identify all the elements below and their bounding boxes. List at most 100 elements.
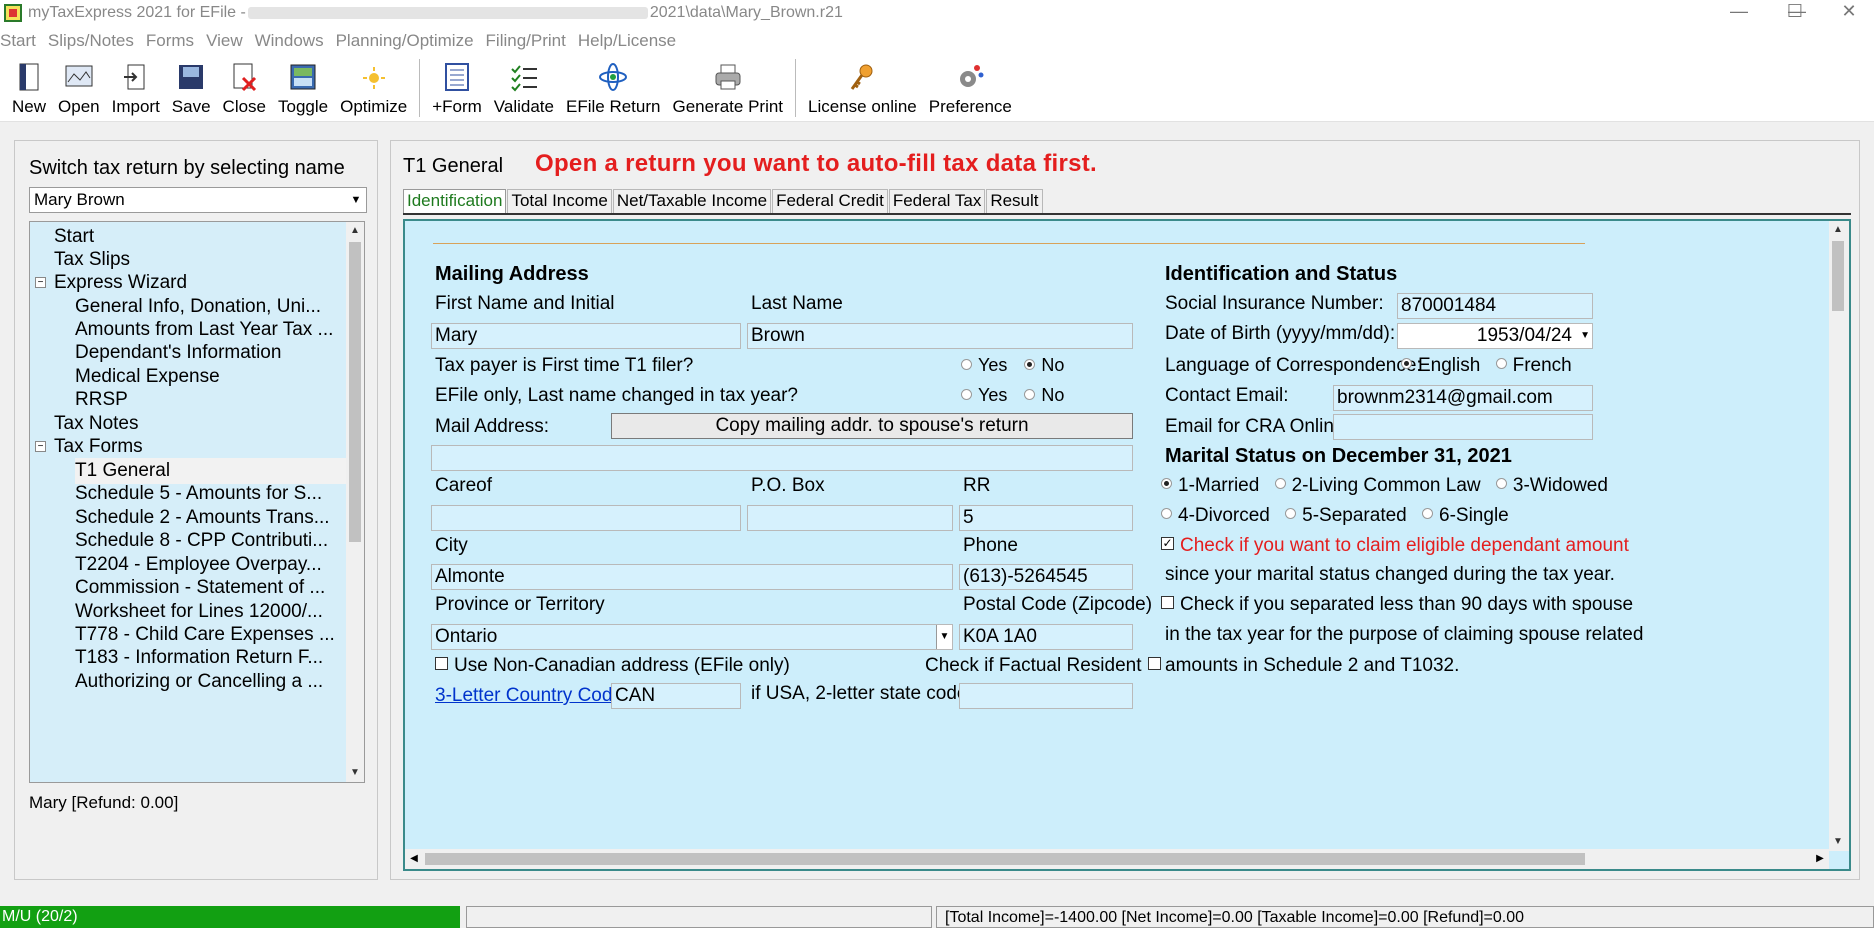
close-window-button[interactable]: ✕	[1826, 0, 1872, 26]
taxpayer-select[interactable]: Mary Brown ▼	[29, 187, 367, 213]
tab-federal-credit[interactable]: Federal Credit	[772, 189, 888, 213]
first-time-filer-label: Tax payer is First time T1 filer?	[435, 355, 694, 376]
contact-email-field[interactable]: brownm2314@gmail.com	[1333, 385, 1593, 411]
menu-view[interactable]: View	[206, 31, 243, 51]
chevron-down-icon[interactable]: ▼	[936, 625, 952, 649]
name-changed-no-radio[interactable]	[1024, 388, 1036, 400]
english-radio[interactable]	[1401, 358, 1412, 370]
separated-checkbox[interactable]	[1161, 596, 1174, 610]
import-button[interactable]: Import	[106, 57, 166, 121]
language-radios: English French	[1401, 355, 1572, 377]
eligible-dependant-checkbox[interactable]: ✓	[1161, 537, 1174, 551]
cra-email-field[interactable]	[1333, 414, 1593, 440]
chevron-down-icon[interactable]: ▼	[1580, 324, 1590, 348]
tab-identification[interactable]: Identification	[403, 189, 507, 214]
collapse-icon[interactable]: −	[35, 441, 46, 452]
tree-item-authorizing[interactable]: Authorizing or Cancelling a ...	[75, 669, 323, 695]
form-vertical-scrollbar[interactable]: ▲ ▼	[1829, 221, 1849, 851]
first-time-yes-radio[interactable]	[961, 358, 972, 370]
scroll-down-icon[interactable]: ▼	[346, 764, 364, 782]
single-radio[interactable]	[1422, 508, 1434, 520]
validate-button[interactable]: Validate	[488, 57, 560, 121]
country-code-field[interactable]: CAN	[611, 683, 741, 709]
french-radio[interactable]	[1495, 358, 1507, 370]
tab-result[interactable]: Result	[986, 189, 1043, 213]
minimize-btn[interactable]: —	[1716, 0, 1762, 26]
tab-federal-tax[interactable]: Federal Tax	[888, 189, 986, 213]
toggle-button[interactable]: Toggle	[272, 57, 334, 121]
close-button[interactable]: Close	[217, 57, 272, 121]
menu-planning[interactable]: Planning/Optimize	[336, 31, 474, 51]
separated-radio[interactable]	[1285, 508, 1297, 520]
scroll-left-icon[interactable]: ◀	[405, 849, 423, 869]
country-code-link[interactable]: 3-Letter Country Code	[435, 685, 623, 707]
license-online-button[interactable]: License online	[802, 57, 923, 121]
efile-return-button[interactable]: EFile Return	[560, 57, 666, 121]
married-radio[interactable]	[1161, 478, 1172, 490]
phone-field[interactable]: (613)-5264545	[959, 564, 1133, 590]
chevron-down-icon[interactable]: ▼	[346, 188, 366, 212]
divorced-radio[interactable]	[1161, 508, 1172, 520]
name-changed-yes-radio[interactable]	[961, 388, 972, 400]
non-canadian-checkbox[interactable]	[435, 657, 448, 671]
tree-item-tax-forms[interactable]: Tax Forms	[54, 434, 143, 460]
menu-windows[interactable]: Windows	[255, 31, 324, 51]
new-file-icon	[14, 62, 44, 92]
common-law-radio[interactable]	[1274, 478, 1286, 490]
menu-filing-print[interactable]: Filing/Print	[486, 31, 566, 51]
sin-field[interactable]: 870001484	[1397, 293, 1593, 319]
last-name-field[interactable]: Brown	[747, 323, 1133, 349]
first-time-no-radio[interactable]	[1024, 358, 1036, 370]
tab-total-income[interactable]: Total Income	[507, 189, 612, 213]
open-button[interactable]: Open	[52, 57, 106, 121]
city-field[interactable]: Almonte	[431, 564, 953, 590]
tree-item-rrsp[interactable]: RRSP	[75, 387, 128, 413]
scroll-up-icon[interactable]: ▲	[346, 222, 364, 240]
state-code-label: if USA, 2-letter state code:	[751, 683, 973, 704]
rr-field[interactable]: 5	[959, 505, 1133, 531]
generate-print-button[interactable]: Generate Print	[666, 57, 789, 121]
optimize-button[interactable]: Optimize	[334, 57, 413, 121]
add-form-button[interactable]: +Form	[426, 57, 488, 121]
identification-heading: Identification and Status	[1165, 263, 1398, 285]
phone-label: Phone	[963, 535, 1018, 556]
first-name-field[interactable]: Mary	[431, 323, 741, 349]
mail-address-field[interactable]	[431, 445, 1133, 471]
tree-item-dependant-info[interactable]: Dependant's Information	[75, 340, 281, 366]
province-select[interactable]: Ontario ▼	[431, 624, 953, 650]
factual-resident-checkbox[interactable]	[1147, 657, 1161, 671]
marital-row-1: 1-Married 2-Living Common Law 3-Widowed	[1161, 475, 1608, 497]
tree-item-schedule-8[interactable]: Schedule 8 - CPP Contributi...	[75, 528, 328, 554]
menu-forms[interactable]: Forms	[146, 31, 194, 51]
maximize-button[interactable]: ☐	[1772, 0, 1818, 26]
tree-item-t183[interactable]: T183 - Information Return F...	[75, 645, 323, 671]
state-code-field[interactable]	[959, 683, 1133, 709]
scroll-right-icon[interactable]: ▶	[1811, 849, 1829, 869]
po-box-field[interactable]	[747, 505, 953, 531]
scroll-thumb[interactable]	[1832, 241, 1844, 311]
save-button[interactable]: Save	[166, 57, 217, 121]
preference-button[interactable]: Preference	[923, 57, 1018, 121]
menu-start[interactable]: Start	[0, 31, 36, 51]
new-button[interactable]: New	[6, 57, 52, 121]
dob-field[interactable]: 1953/04/24 ▼	[1397, 323, 1593, 349]
widowed-radio[interactable]	[1495, 478, 1507, 490]
copy-address-button[interactable]: Copy mailing addr. to spouse's return	[611, 413, 1133, 439]
contact-email-label: Contact Email:	[1165, 385, 1289, 406]
careof-field[interactable]	[431, 505, 741, 531]
tree-item-schedule-5[interactable]: Schedule 5 - Amounts for S...	[75, 481, 322, 507]
tree-item-commission[interactable]: Commission - Statement of ...	[75, 575, 325, 601]
menu-slips-notes[interactable]: Slips/Notes	[48, 31, 134, 51]
form-horizontal-scrollbar[interactable]: ◀ ▶	[405, 849, 1829, 869]
collapse-icon[interactable]: −	[35, 277, 46, 288]
scroll-thumb[interactable]	[349, 242, 361, 542]
tree-scrollbar[interactable]: ▲ ▼	[346, 222, 364, 782]
menu-help-license[interactable]: Help/License	[578, 31, 676, 51]
scroll-down-icon[interactable]: ▼	[1829, 833, 1847, 851]
postal-code-field[interactable]: K0A 1A0	[959, 624, 1133, 650]
tab-net-taxable-income[interactable]: Net/Taxable Income	[612, 189, 772, 213]
atom-icon	[598, 62, 628, 92]
scroll-up-icon[interactable]: ▲	[1829, 221, 1847, 239]
tree-item-express-wizard[interactable]: Express Wizard	[54, 270, 187, 296]
scroll-thumb[interactable]	[425, 853, 1585, 865]
